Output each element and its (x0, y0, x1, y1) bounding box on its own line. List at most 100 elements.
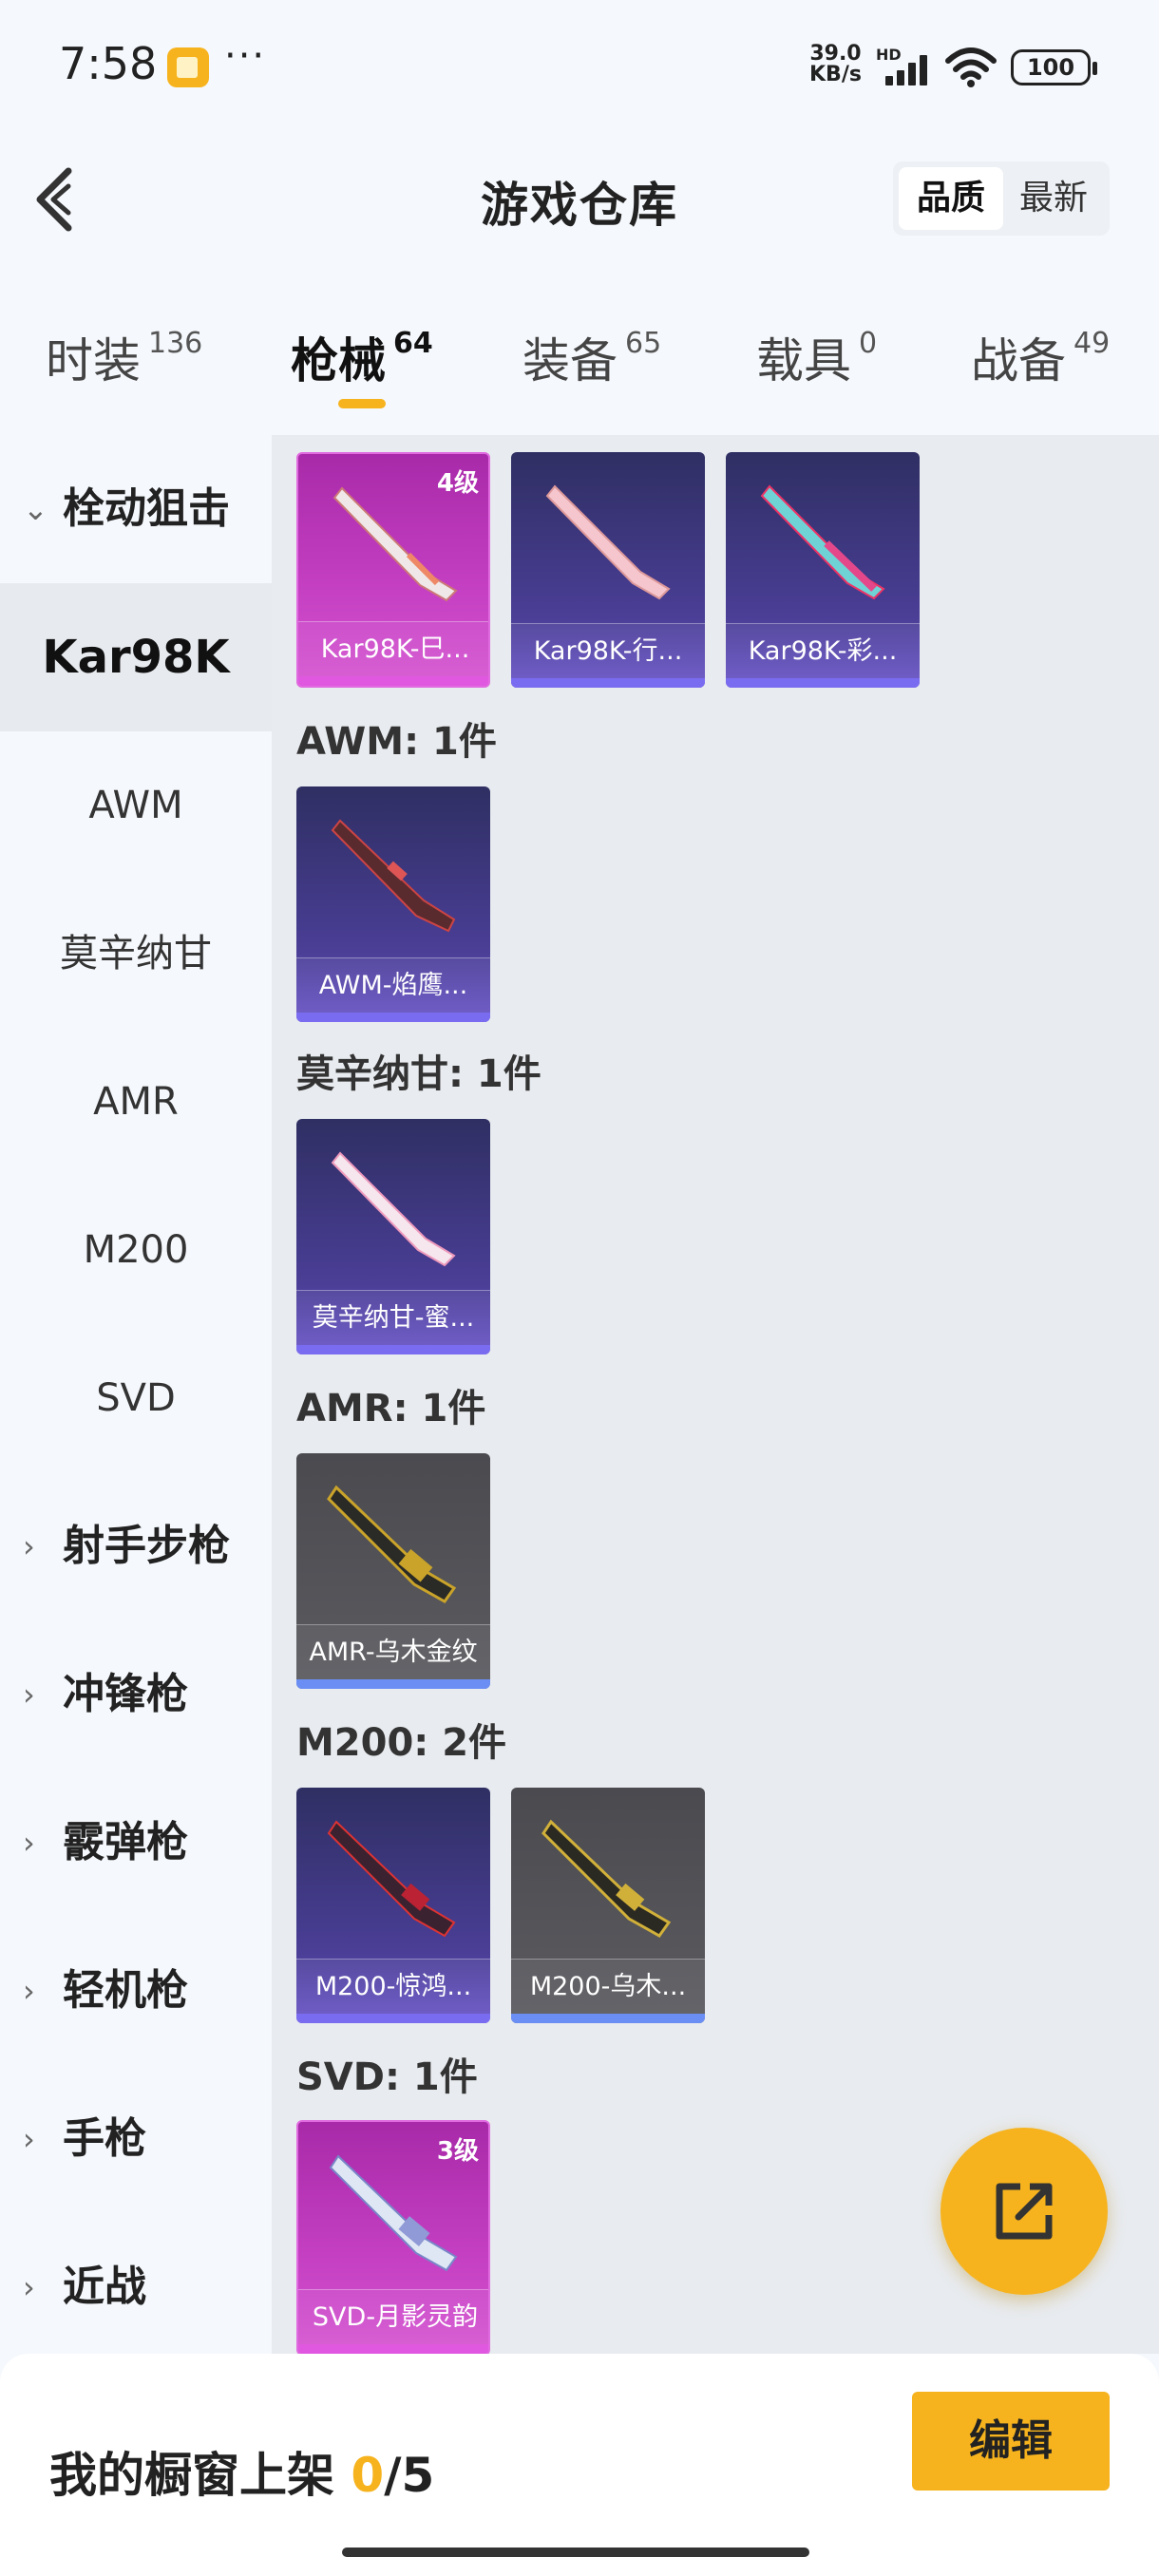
showcase-current-count: 0 (351, 2448, 385, 2503)
battery-icon: 100 (1011, 49, 1097, 85)
tab-count: 0 (859, 327, 878, 360)
chevron-right-icon: › (23, 1528, 35, 1564)
rarity-bar (511, 2014, 705, 2023)
rifle-skin-image (327, 1820, 456, 1938)
item-name: M200-乌木... (511, 1959, 705, 2014)
sort-toggle: 品质 最新 (893, 161, 1110, 236)
item-name: SVD-月影灵韵 (298, 2289, 488, 2344)
tab-label: 枪械 (291, 333, 386, 388)
group-title-mosin: 莫辛纳甘: 1件 (296, 1052, 542, 1096)
active-tab-indicator (338, 399, 386, 408)
sidebar-category-smg[interactable]: › 冲锋枪 (0, 1620, 272, 1769)
sidebar-item-kar98k[interactable]: Kar98K (0, 583, 272, 731)
sidebar-category-shotgun[interactable]: › 霰弹枪 (0, 1769, 272, 1917)
rifle-skin-image (542, 1819, 672, 1938)
sidebar-category-label: 近战 (63, 2263, 146, 2311)
item-name: AMR-乌木金纹 (296, 1624, 490, 1679)
sidebar-category-pistol[interactable]: › 手枪 (0, 2065, 272, 2213)
rarity-bar (296, 2014, 490, 2023)
network-speed: 39.0 KB/s (809, 44, 862, 85)
share-button[interactable] (940, 2128, 1108, 2295)
rifle-skin-image (760, 484, 885, 600)
tab-count: 65 (625, 327, 662, 360)
rarity-bar (296, 1345, 490, 1354)
rifle-skin-image (545, 484, 671, 600)
sort-by-quality[interactable]: 品质 (899, 167, 1003, 230)
showcase-bar: 我的橱窗上架 0/5 编辑 (0, 2354, 1159, 2576)
group-title-awm: AWM: 1件 (296, 720, 497, 764)
rifle-skin-image (331, 1151, 456, 1267)
rarity-bar (296, 1013, 490, 1022)
tab-label: 时装 (46, 333, 141, 388)
status-bar: 7:58 ··· 39.0 KB/s HD 100 (0, 0, 1159, 133)
chevron-right-icon: › (23, 1676, 35, 1713)
wifi-icon (945, 47, 997, 87)
rifle-skin-image (327, 1485, 457, 1603)
signal-icon (885, 55, 931, 85)
group-title-amr: AMR: 1件 (296, 1387, 486, 1430)
tab-label: 装备 (522, 333, 618, 388)
item-card[interactable]: AMR-乌木金纹 (296, 1453, 490, 1689)
showcase-total: /5 (384, 2448, 435, 2503)
group-title-m200: M200: 2件 (296, 1721, 507, 1765)
sort-by-newest[interactable]: 最新 (1001, 167, 1106, 230)
showcase-label: 我的橱窗上架 (49, 2448, 334, 2503)
tab-count: 136 (148, 327, 203, 360)
item-card[interactable]: 莫辛纳甘-蜜... (296, 1119, 490, 1354)
sidebar-category-bolt-sniper[interactable]: ⌄ 栓动狙击 (0, 435, 272, 583)
rarity-bar (298, 2344, 488, 2354)
chevron-right-icon: › (23, 1825, 35, 1861)
net-speed-unit: KB/s (809, 63, 862, 86)
item-name: Kar98K-彩... (726, 623, 920, 678)
net-speed-value: 39.0 (809, 42, 862, 66)
sidebar-category-lmg[interactable]: › 轻机枪 (0, 1917, 272, 2065)
rarity-bar (296, 1679, 490, 1689)
item-card[interactable]: AWM-焰鹰... (296, 786, 490, 1022)
tab-guns[interactable]: 枪械 64 (291, 323, 433, 391)
edit-button[interactable]: 编辑 (912, 2392, 1110, 2491)
sidebar-item-amr[interactable]: AMR (0, 1028, 272, 1176)
tab-vehicles[interactable]: 载具 0 (756, 323, 877, 391)
sidebar-category-dmr[interactable]: › 射手步枪 (0, 1472, 272, 1620)
showcase-status: 我的橱窗上架 0/5 (49, 2437, 434, 2506)
home-indicator[interactable] (342, 2548, 809, 2557)
item-name: AWM-焰鹰... (296, 957, 490, 1013)
tab-label: 战备 (971, 333, 1066, 388)
rarity-bar (511, 678, 705, 688)
tab-label: 载具 (756, 333, 851, 388)
item-card[interactable]: Kar98K-行... (511, 452, 705, 688)
tab-supplies[interactable]: 战备 49 (971, 323, 1110, 391)
sidebar-category-label: 霰弹枪 (63, 1818, 188, 1866)
sidebar-category-label: 手枪 (63, 2114, 146, 2163)
weapon-grid: 4级 Kar98K-巳... Kar98K-行... Kar98K-彩... A… (272, 435, 1159, 2354)
tab-equipment[interactable]: 装备 65 (522, 323, 661, 391)
sidebar-category-label: 冲锋枪 (63, 1670, 188, 1718)
tab-fashion[interactable]: 时装 136 (46, 323, 202, 391)
sidebar-category-label: 栓动狙击 (63, 484, 230, 533)
notification-app-icon (167, 47, 209, 87)
weapon-category-sidebar: ⌄ 栓动狙击 Kar98K AWM 莫辛纳甘 AMR M200 SVD › 射手步枪… (0, 435, 272, 2354)
item-card[interactable]: 4级 Kar98K-巳... (296, 452, 490, 688)
status-time: 7:58 (59, 38, 158, 89)
sidebar-category-melee[interactable]: › 近战 (0, 2213, 272, 2361)
item-name: 莫辛纳甘-蜜... (296, 1290, 490, 1345)
item-card[interactable]: Kar98K-彩... (726, 452, 920, 688)
item-card[interactable]: M200-乌木... (511, 1788, 705, 2023)
tab-count: 64 (393, 327, 433, 360)
item-level-badge: 4级 (436, 469, 479, 498)
chevron-right-icon: › (23, 2269, 35, 2305)
item-card[interactable]: 3级 SVD-月影灵韵 (296, 2120, 490, 2354)
group-title-svd: SVD: 1件 (296, 2055, 478, 2099)
item-card[interactable]: M200-惊鸿... (296, 1788, 490, 2023)
sidebar-item-m200[interactable]: M200 (0, 1176, 272, 1324)
rarity-bar (298, 676, 488, 686)
sidebar-item-mosin[interactable]: 莫辛纳甘 (0, 880, 272, 1028)
chevron-right-icon: › (23, 1973, 35, 2009)
chevron-down-icon: ⌄ (23, 491, 48, 527)
sidebar-item-svd[interactable]: SVD (0, 1324, 272, 1472)
sidebar-item-awm[interactable]: AWM (0, 731, 272, 880)
more-notifications-icon: ··· (224, 34, 267, 78)
share-icon (996, 2183, 1053, 2240)
item-name: M200-惊鸿... (296, 1959, 490, 2014)
item-name: Kar98K-行... (511, 623, 705, 678)
